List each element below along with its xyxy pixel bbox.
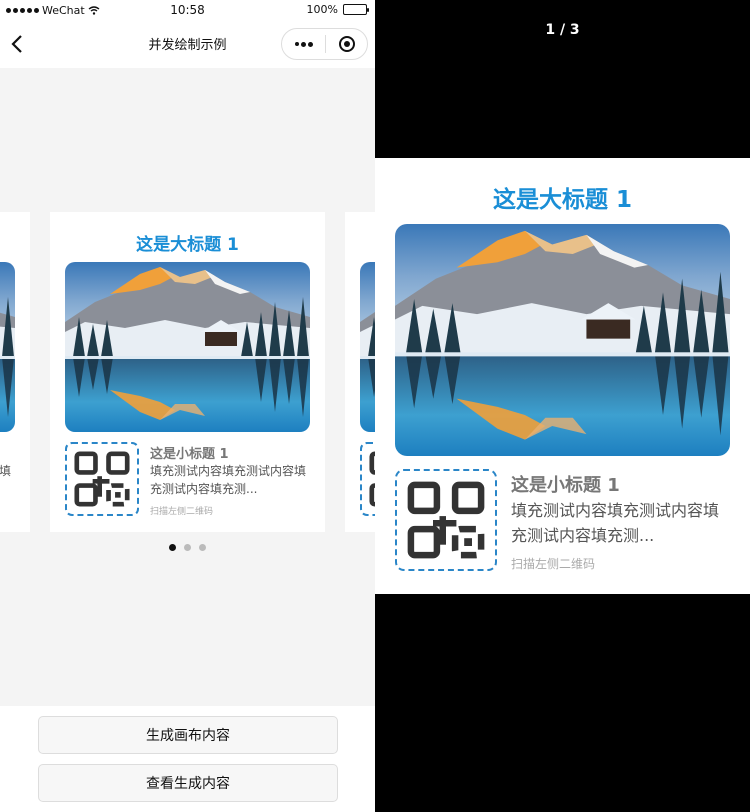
card-sub-title: 这是小标题 1: [150, 447, 229, 462]
card-body-text: 填充测试内容填充测试内容填充测试内容填充测...: [0, 464, 12, 478]
close-miniprogram-button[interactable]: [326, 35, 367, 53]
poster-card-active[interactable]: 这是大标题 1 这是小标题 1 填充测试内容填充测试内容填充测试内容填充测...…: [50, 212, 325, 532]
card-photo: [65, 262, 310, 432]
poster-hint: 扫描左侧二维码: [511, 557, 596, 571]
target-icon: [338, 36, 355, 52]
card-big-title: 这是大标题 1: [136, 235, 239, 255]
card-body-text: 填充测试内容填充测试内容填充测试内容填充测...: [150, 464, 307, 496]
poster-swiper[interactable]: 这是大标题 1 填充测试内容填充测试内容填充测试内容填充测... 这是大标题 1…: [0, 212, 375, 532]
status-bar: WeChat 10:58 100%: [0, 0, 375, 22]
indicator-dot-1[interactable]: [169, 544, 176, 551]
poster-big-title: 这是大标题 1: [492, 187, 632, 213]
qr-code: [360, 442, 375, 516]
swiper-indicator: [0, 544, 375, 551]
nav-bar: 并发绘制示例: [0, 22, 375, 68]
card-big-title: 这是大标题 1: [0, 230, 30, 255]
bottom-actions: 生成画布内容 查看生成内容: [0, 706, 375, 812]
more-button[interactable]: [282, 41, 325, 47]
card-photo: [0, 262, 15, 432]
image-preview[interactable]: 1 / 3 这是大标题 1 这是小标题 1 填充测试内容填充测试内容填充测试内容…: [375, 0, 750, 812]
battery-percent: 100%: [306, 3, 338, 16]
indicator-dot-3[interactable]: [199, 544, 206, 551]
indicator-dot-2[interactable]: [184, 544, 191, 551]
card-big-title: 这是大标题 1: [345, 230, 375, 255]
qr-code: [65, 442, 139, 516]
generate-canvas-button[interactable]: 生成画布内容: [38, 716, 338, 754]
poster-card-prev[interactable]: 这是大标题 1 填充测试内容填充测试内容填充测试内容填充测...: [0, 212, 30, 532]
poster-card-next[interactable]: 这是大标题 1: [345, 212, 375, 532]
poster-qr-code: [395, 469, 497, 571]
phone-screen: WeChat 10:58 100% 并发绘制示例 填 这是大标题 1 这是小标题…: [0, 0, 375, 812]
poster-photo: [395, 224, 730, 456]
menu-capsule: [281, 28, 368, 60]
battery-icon: [343, 4, 369, 15]
poster-body-text: 填充测试内容填充测试内容填充测试内容填充测...: [511, 501, 720, 545]
view-generated-button[interactable]: 查看生成内容: [38, 764, 338, 802]
preview-counter: 1 / 3: [545, 22, 580, 38]
poster-sub-title: 这是小标题 1: [511, 475, 620, 496]
preview-poster[interactable]: 这是大标题 1 这是小标题 1 填充测试内容填充测试内容填充测试内容填充测...…: [375, 158, 750, 594]
card-hint: 扫描左侧二维码: [150, 507, 214, 517]
card-photo: [360, 262, 375, 432]
